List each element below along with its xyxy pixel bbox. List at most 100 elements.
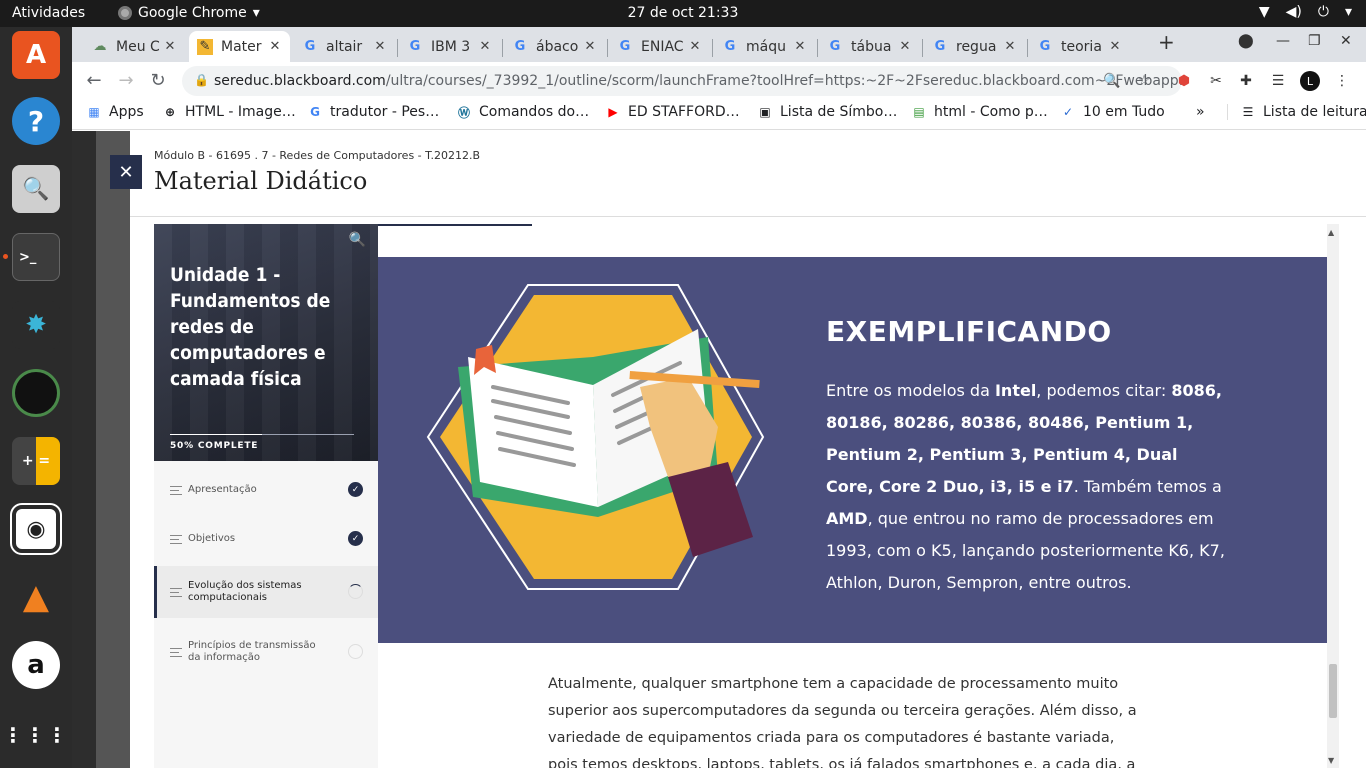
forward-button[interactable]: → [114, 68, 138, 92]
reading-list-button[interactable]: ☰ Lista de leitura [1227, 104, 1366, 120]
close-tab-icon[interactable]: ✕ [793, 39, 807, 54]
more-bookmarks-chevron-icon[interactable]: » [1196, 104, 1205, 120]
bookmark-ed-stafford[interactable]: ▶ ED STAFFORD… [605, 104, 739, 120]
wifi-icon: ▼ [1258, 4, 1270, 20]
bookmark-star-icon[interactable]: ☆ [1134, 71, 1154, 91]
tab-0[interactable]: ☁ Meu C ✕ [84, 31, 185, 62]
bookmark-apps[interactable]: ▦ Apps [86, 104, 143, 120]
app-menu[interactable]: Google Chrome ▾ [118, 5, 260, 21]
course-breadcrumb: Módulo B - 61695 . 7 - Redes de Computad… [154, 149, 481, 162]
tab-title: Mater [221, 38, 262, 55]
close-tab-icon[interactable]: ✕ [1003, 39, 1017, 54]
bookmark-lista-simbolos[interactable]: ▣ Lista de Símbo… [757, 104, 897, 120]
tab-strip: ☁ Meu C ✕ ✎ Mater ✕ Galtair ✕ G IBM 3 ✕ Gábaco ✕ G ENI… [72, 27, 1366, 62]
lesson-item-label: Apresentação [188, 484, 257, 495]
amazon-icon[interactable]: a [12, 641, 60, 689]
lesson-item[interactable]: Princípios de transmissão da informação [154, 626, 378, 678]
close-window-button[interactable]: ✕ [1340, 33, 1352, 49]
lesson-item[interactable]: Evolução dos sistemas computacionais [154, 566, 378, 618]
close-tab-icon[interactable]: ✕ [583, 39, 597, 54]
lesson-item-label: Objetivos [188, 533, 236, 544]
media-queue-icon[interactable]: ☰ [1268, 71, 1288, 91]
tab-7[interactable]: Gtábua ✕ [819, 31, 920, 62]
reload-button[interactable]: ↻ [146, 68, 170, 92]
show-apps-icon[interactable]: ⋮⋮⋮ [3, 711, 67, 759]
google-icon: G [829, 39, 841, 54]
tab-title: ábaco [536, 38, 579, 55]
tab-4[interactable]: Gábaco ✕ [504, 31, 605, 62]
cloud-icon: ☁ [93, 39, 107, 54]
book-illustration [426, 284, 765, 590]
content-scrollbar[interactable]: ▲ ▼ [1327, 224, 1339, 768]
bookmark-html-como[interactable]: ▤ html - Como p… [911, 104, 1047, 120]
search-icon[interactable]: 🔍 [349, 232, 366, 248]
mail-client-icon[interactable]: ✸ [12, 301, 60, 349]
bookmark-tradutor[interactable]: Gtradutor - Pes… [307, 104, 439, 120]
scroll-thumb[interactable] [1329, 664, 1337, 718]
tab-separator [502, 39, 503, 57]
list-lines-icon [170, 647, 182, 657]
system-tray[interactable]: ▼ ◀) ⏻ ▾ [1259, 4, 1352, 20]
screenshot-icon[interactable]: ◉ [10, 503, 62, 555]
close-tab-icon[interactable]: ✕ [898, 39, 912, 54]
tab-title: teoria [1061, 38, 1102, 55]
bookmark-comandos[interactable]: Ⓦ Comandos do… [456, 104, 589, 120]
new-tab-button[interactable]: + [1158, 30, 1175, 54]
close-tab-icon[interactable]: ✕ [688, 39, 702, 54]
lesson-content: EXEMPLIFICANDO Entre os modelos da Intel… [378, 224, 1339, 768]
calculator-icon[interactable]: + = [12, 437, 60, 485]
camera-icon[interactable] [12, 369, 60, 417]
bookmarks-bar: ▦ Apps ⊕ HTML - Image… Gtradutor - Pes… Ⓦ C… [72, 98, 1366, 130]
zoom-search-icon[interactable]: 🔍 [1102, 71, 1122, 91]
progress-bar [170, 434, 354, 435]
brave-extension-icon[interactable]: ⬢ [1174, 71, 1194, 91]
tab-1[interactable]: ✎ Mater ✕ [189, 31, 290, 62]
scroll-down-icon[interactable]: ▼ [1328, 756, 1334, 765]
address-bar[interactable]: 🔒 sereduc.blackboard.com/ultra/courses/_… [182, 66, 1182, 96]
tab-9[interactable]: Gteoria ✕ [1029, 31, 1130, 62]
tab-5[interactable]: G ENIAC ✕ [609, 31, 710, 62]
scroll-up-icon[interactable]: ▲ [1328, 228, 1334, 237]
tab-3[interactable]: G IBM 3 ✕ [399, 31, 500, 62]
tab-8[interactable]: Gregua ✕ [924, 31, 1025, 62]
stackoverflow-icon: ▤ [913, 105, 925, 119]
tab-title: regua [956, 38, 997, 55]
menu-kebab-icon[interactable]: ⋮ [1332, 71, 1352, 91]
close-tab-icon[interactable]: ✕ [163, 39, 177, 54]
close-tab-icon[interactable]: ✕ [268, 39, 282, 54]
tab-2[interactable]: Galtair ✕ [294, 31, 395, 62]
bookmark-html-image[interactable]: ⊕ HTML - Image… [162, 104, 296, 120]
vlc-icon[interactable]: ▲ [12, 573, 60, 621]
tools-extension-icon[interactable]: ✂ [1206, 71, 1226, 91]
lesson-item[interactable]: Objetivos ✓ [154, 513, 378, 565]
lesson-item[interactable]: Apresentação ✓ [154, 464, 378, 516]
maximize-button[interactable]: ❐ [1308, 33, 1321, 49]
tab-6[interactable]: Gmáqu ✕ [714, 31, 815, 62]
profile-avatar[interactable]: L [1300, 71, 1320, 91]
google-icon: G [724, 39, 736, 54]
list-lines-icon [170, 534, 182, 544]
chevron-down-icon: ▾ [252, 5, 260, 21]
ubuntu-software-icon[interactable]: A [12, 31, 60, 79]
system-top-bar: Atividades Google Chrome ▾ 27 de oct 21:… [0, 0, 1366, 27]
activities-button[interactable]: Atividades [12, 5, 85, 21]
panel-header: Módulo B - 61695 . 7 - Redes de Computad… [130, 131, 1366, 217]
minimize-button[interactable]: — [1276, 33, 1290, 49]
back-button[interactable]: ← [82, 68, 106, 92]
bookmark-10-em-tudo[interactable]: ✓ 10 em Tudo [1060, 104, 1165, 120]
tab-title: ENIAC [641, 38, 684, 55]
content-top-rule [378, 224, 532, 226]
tab-search-icon[interactable]: ⬤ [1238, 33, 1254, 49]
image-viewer-icon[interactable]: 🔍 [12, 165, 60, 213]
note-icon: ✎ [197, 38, 213, 55]
close-tab-icon[interactable]: ✕ [373, 39, 387, 54]
close-tab-icon[interactable]: ✕ [1108, 39, 1122, 54]
help-icon[interactable]: ? [12, 97, 60, 145]
power-icon: ⏻ [1317, 4, 1329, 20]
extensions-puzzle-icon[interactable]: ✚ [1236, 71, 1256, 91]
progress-label: 50% COMPLETE [170, 441, 259, 451]
close-tab-icon[interactable]: ✕ [478, 39, 492, 54]
exemplificando-box: EXEMPLIFICANDO Entre os modelos da Intel… [378, 257, 1327, 643]
terminal-icon[interactable]: >_ [12, 233, 60, 281]
progress-ring-icon [348, 584, 363, 599]
